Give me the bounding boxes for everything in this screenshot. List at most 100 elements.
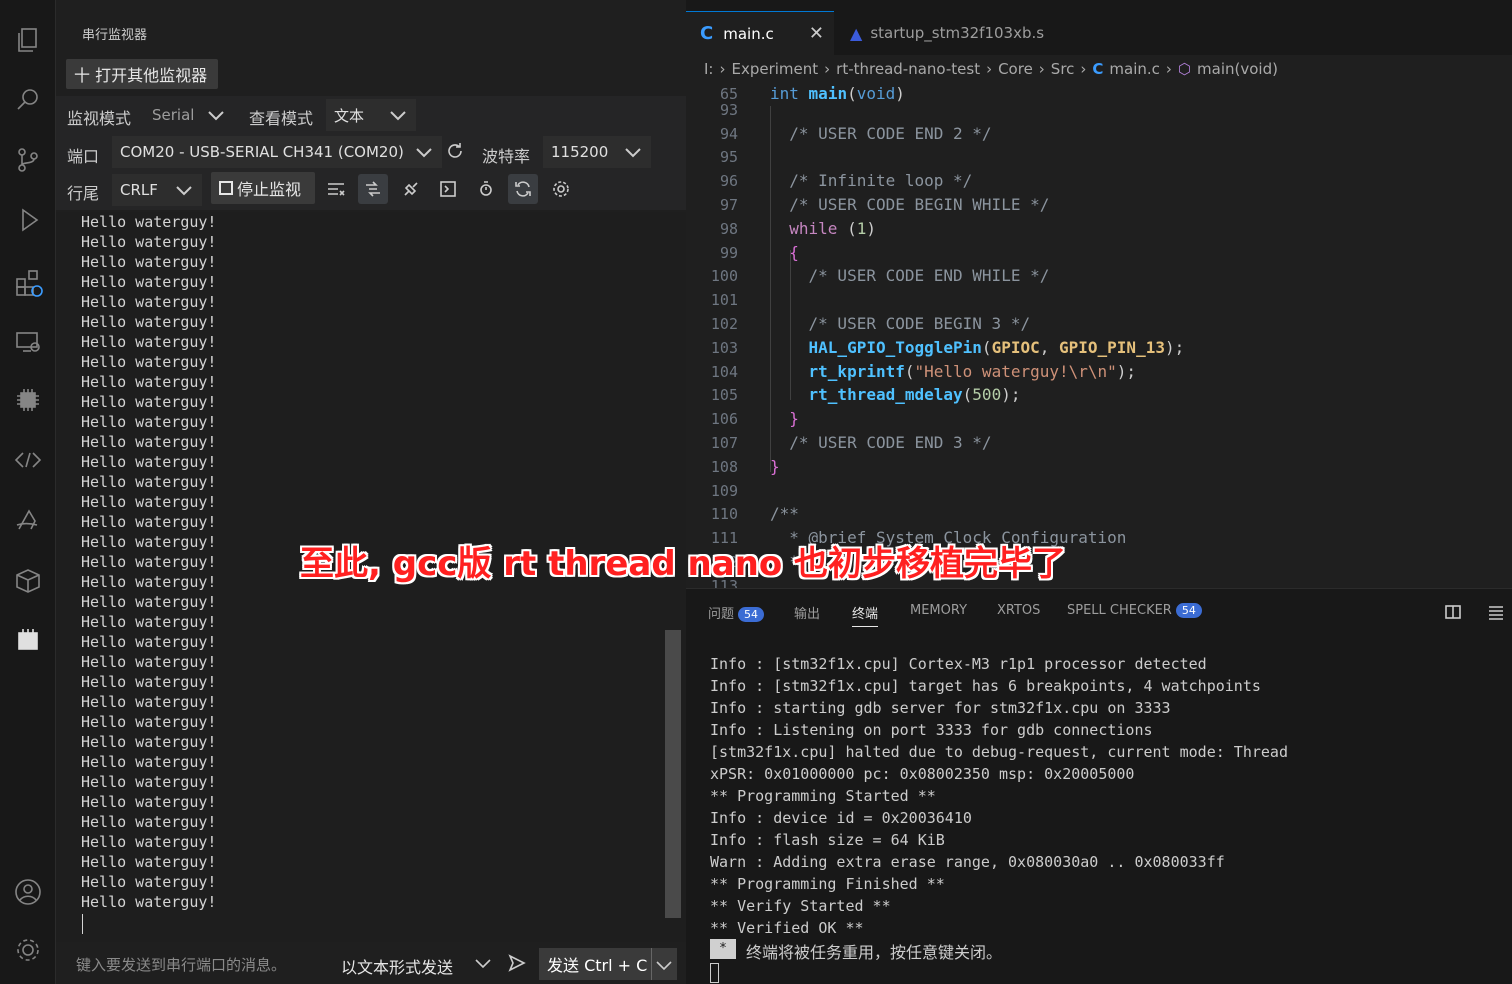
code-icon[interactable] — [8, 440, 48, 480]
code-text: /** — [770, 504, 799, 524]
serial-output-line: Hello waterguy! — [81, 393, 217, 411]
serial-output-line: Hello waterguy! — [81, 493, 217, 511]
terminal-line: ** Verify Started ** — [710, 897, 891, 915]
breadcrumb: I: › Experiment › rt-thread-nano-test › Cor… — [686, 56, 1512, 82]
connect-plug-icon[interactable] — [396, 174, 426, 204]
settings-gear-icon[interactable] — [8, 930, 48, 970]
breadcrumb-item[interactable]: Core — [998, 60, 1033, 78]
test-icon[interactable] — [8, 500, 48, 540]
serial-monitor-icon[interactable] — [8, 620, 48, 660]
code-text: rt_thread_mdelay(500); — [808, 385, 1021, 405]
breadcrumb-item[interactable]: Src — [1051, 60, 1075, 78]
sync-icon[interactable] — [508, 174, 538, 204]
count-badge: 54 — [738, 607, 765, 622]
settings-icon[interactable] — [546, 174, 576, 204]
tab-main-c[interactable]: C main.c ✕ — [686, 11, 834, 55]
panel-tab-label: 问题 — [708, 607, 735, 622]
terminal-output[interactable]: Info : [stm32f1x.cpu] Cortex-M3 r1p1 pro… — [710, 653, 1288, 939]
code-text: } — [789, 409, 799, 429]
explorer-icon[interactable] — [8, 20, 48, 60]
code-line: 98 while (1) — [686, 217, 1512, 241]
package-icon[interactable] — [8, 560, 48, 600]
view-mode-dropdown[interactable]: 文本 — [326, 99, 416, 131]
serial-monitor-title: 串行监视器 — [82, 28, 148, 43]
code-line: 104 rt_kprintf("Hello waterguy!\r\n"); — [686, 360, 1512, 384]
panel-tab-label: XRTOS — [997, 603, 1041, 618]
chevron-down-icon[interactable] — [651, 950, 677, 980]
serial-output-line: Hello waterguy! — [81, 793, 217, 811]
breadcrumb-item[interactable]: I: — [704, 60, 713, 78]
port-dropdown[interactable]: COM20 - USB-SERIAL CH341 (COM20) — [112, 136, 442, 168]
baud-rate-label: 波特率 — [482, 147, 531, 166]
breadcrumb-item[interactable]: main(void) — [1197, 60, 1278, 78]
search-icon[interactable] — [8, 80, 48, 120]
serial-output-line: Hello waterguy! — [81, 293, 217, 311]
baud-rate-value: 115200 — [551, 143, 609, 161]
serial-output-line: Hello waterguy! — [81, 813, 217, 831]
refresh-icon[interactable] — [440, 136, 470, 166]
panel-tab[interactable]: 终端 — [852, 603, 879, 627]
clear-output-icon[interactable] — [321, 174, 351, 204]
line-ending-dropdown[interactable]: CRLF — [112, 174, 202, 206]
code-text: HAL_GPIO_TogglePin(GPIOC, GPIO_PIN_13); — [808, 337, 1185, 357]
send-arrow-icon[interactable] — [502, 948, 532, 978]
panel-tab[interactable]: XRTOS — [997, 603, 1040, 618]
terminal-reuse-message: 终端将被任务重用，按任意键关闭。 — [746, 943, 1003, 962]
toggle-autoscroll-icon[interactable] — [358, 174, 388, 204]
serial-output-line: Hello waterguy! — [81, 633, 217, 651]
panel-tab[interactable]: SPELL CHECKER 54 — [1067, 603, 1202, 618]
send-button[interactable]: 发送 Ctrl + C — [539, 948, 677, 980]
line-number: 103 — [710, 338, 738, 357]
line-number: 109 — [710, 481, 738, 500]
chip-icon[interactable] — [8, 380, 48, 420]
chevron-down-icon[interactable] — [468, 948, 498, 978]
baud-rate-dropdown[interactable]: 115200 — [543, 136, 651, 168]
chevron-right-icon: › — [719, 60, 726, 78]
serial-output-line: Hello waterguy! — [81, 613, 217, 631]
stop-monitoring-label: 停止监视 — [237, 180, 302, 199]
send-mode-dropdown[interactable]: 以文本形式发送 — [341, 954, 453, 978]
source-control-icon[interactable] — [8, 140, 48, 180]
account-icon[interactable] — [8, 872, 48, 912]
line-ending-label: 行尾 — [67, 184, 100, 203]
panel-tab[interactable]: 问题 54 — [708, 603, 765, 622]
timestamp-icon[interactable] — [471, 174, 501, 204]
chevron-right-icon: › — [1038, 60, 1045, 78]
serial-output-line: Hello waterguy! — [81, 593, 217, 611]
terminal-toggle-icon[interactable] — [433, 174, 463, 204]
editor-tabs: C main.c ✕ ▲ startup_stm32f103xb.s — [686, 0, 1512, 55]
output-scrollbar[interactable] — [665, 630, 681, 918]
terminal-line: Info : flash size = 64 KiB — [710, 831, 945, 849]
extensions-icon[interactable] — [8, 262, 48, 302]
close-icon[interactable]: ✕ — [809, 23, 824, 44]
breadcrumb-item[interactable]: Experiment — [731, 60, 818, 78]
send-message-input[interactable]: 键入要发送到串行端口的消息。 — [76, 954, 286, 975]
breadcrumb-item[interactable]: rt-thread-nano-test — [836, 60, 980, 78]
remote-explorer-icon[interactable] — [8, 322, 48, 362]
line-number: 95 — [719, 148, 738, 167]
send-bar: 键入要发送到串行端口的消息。 以文本形式发送 发送 Ctrl + C — [56, 944, 686, 984]
split-layout-icon[interactable] — [1438, 597, 1468, 627]
code-area[interactable]: 65 int main(void) 93 94 /* USER CODE END 2 … — [686, 82, 1512, 588]
monitor-mode-dropdown[interactable]: Serial — [144, 99, 234, 131]
panel-tab[interactable]: MEMORY — [910, 603, 967, 618]
run-debug-icon[interactable] — [8, 200, 48, 240]
serial-output-line: Hello waterguy! — [81, 473, 217, 491]
breadcrumb-item[interactable]: main.c — [1109, 60, 1160, 78]
code-text: { — [789, 242, 799, 262]
line-number: 102 — [710, 315, 738, 333]
port-label: 端口 — [67, 147, 100, 166]
open-other-monitor-button[interactable]: 十 打开其他监视器 — [66, 59, 218, 89]
stop-monitoring-button[interactable]: 停止监视 — [211, 172, 315, 204]
code-line: 101 — [686, 288, 1512, 312]
tab-startup[interactable]: ▲ startup_stm32f103xb.s — [834, 11, 1070, 55]
chevron-down-icon — [174, 180, 194, 200]
code-text: while (1) — [789, 218, 876, 238]
code-line: 94 /* USER CODE END 2 */ — [686, 122, 1512, 146]
panel-menu-icon[interactable] — [1481, 597, 1511, 627]
terminal-line: Info : starting gdb server for stm32f1x.… — [710, 699, 1171, 717]
count-badge: 54 — [1175, 603, 1202, 618]
c-file-icon: C — [1092, 60, 1104, 78]
panel-tab[interactable]: 输出 — [794, 603, 820, 622]
panel-tabs: 问题 54 输出 终端 MEMORY XRTOS SPELL CHECKER 54 — [686, 589, 1512, 633]
